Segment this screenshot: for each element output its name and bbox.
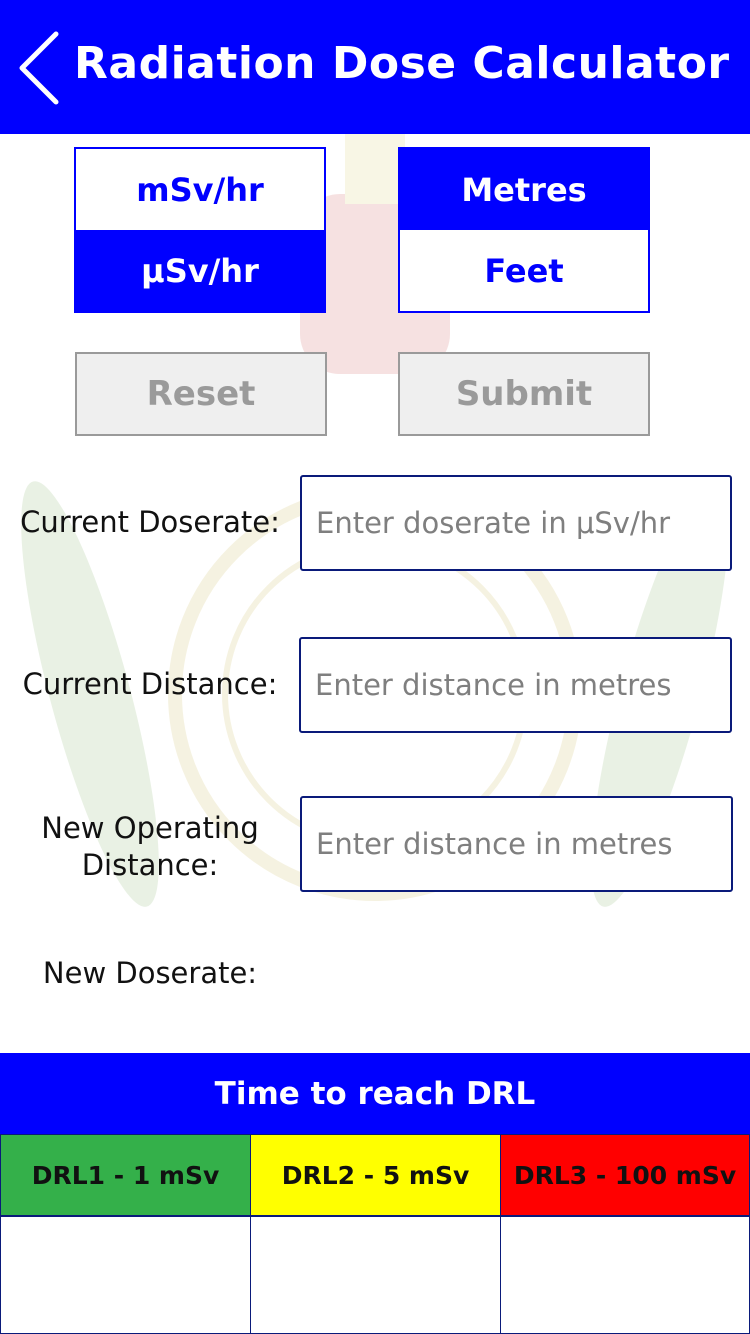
drl3-time-value	[500, 1216, 750, 1334]
drl2-header: DRL2 - 5 mSv	[250, 1134, 501, 1216]
drl2-time-value	[250, 1216, 501, 1334]
page-title: Radiation Dose Calculator	[74, 38, 730, 89]
distance-unit-feet-option[interactable]: Feet	[400, 230, 648, 311]
drl-table-title: Time to reach DRL	[0, 1053, 750, 1134]
distance-unit-selector: Metres Feet	[398, 147, 650, 313]
new-operating-distance-label-line2: Distance:	[81, 848, 219, 882]
new-operating-distance-label-line1: New Operating	[41, 811, 259, 845]
submit-button[interactable]: Submit	[398, 352, 650, 436]
app-header: Radiation Dose Calculator	[0, 0, 750, 134]
current-distance-label: Current Distance:	[22, 667, 278, 701]
new-operating-distance-input[interactable]	[300, 796, 733, 892]
new-operating-distance-label: New Operating Distance:	[10, 810, 290, 884]
drl3-header: DRL3 - 100 mSv	[500, 1134, 750, 1216]
dose-unit-selector: mSv/hr μSv/hr	[74, 147, 326, 313]
chevron-left-icon[interactable]	[14, 28, 64, 108]
current-distance-input[interactable]	[299, 637, 732, 733]
dose-unit-msv-option[interactable]: mSv/hr	[76, 149, 324, 230]
reset-button[interactable]: Reset	[75, 352, 327, 436]
distance-unit-metres-option[interactable]: Metres	[400, 149, 648, 230]
new-doserate-label: New Doserate:	[42, 956, 258, 990]
current-doserate-input[interactable]	[300, 475, 732, 571]
drl1-header: DRL1 - 1 mSv	[0, 1134, 251, 1216]
drl1-time-value	[0, 1216, 251, 1334]
current-doserate-label: Current Doserate:	[20, 505, 280, 539]
dose-unit-usv-option[interactable]: μSv/hr	[76, 230, 324, 311]
